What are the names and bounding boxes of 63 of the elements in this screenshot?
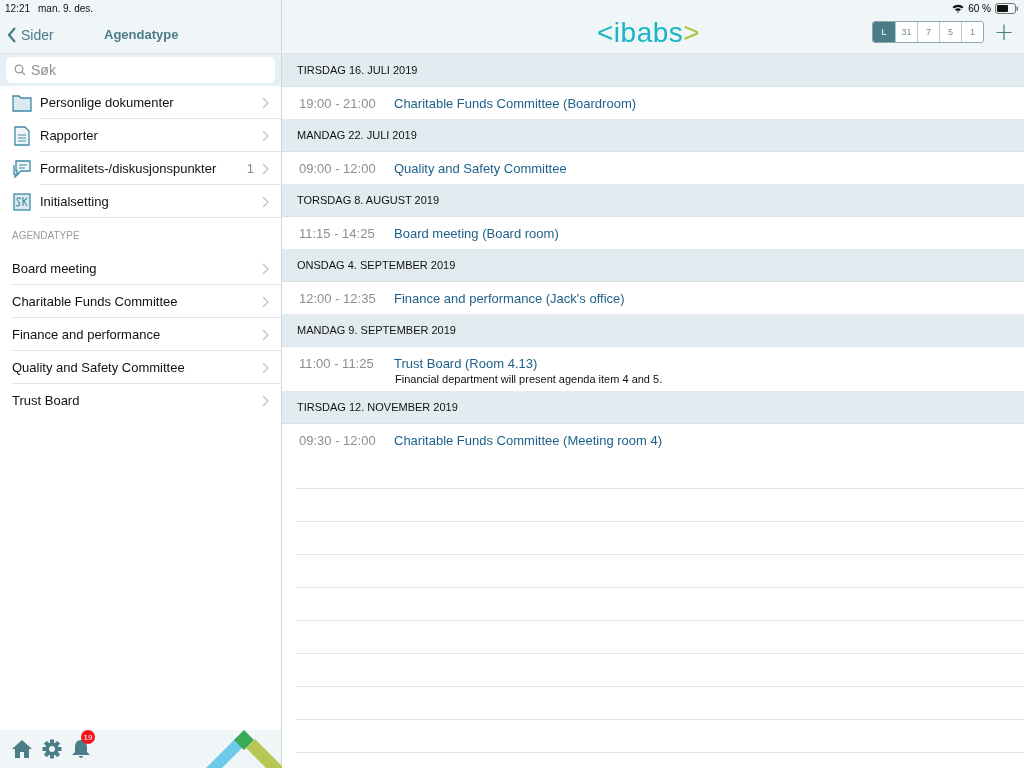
chevron-right-icon: [262, 295, 269, 308]
date-header: MANDAG 22. JULI 2019: [282, 119, 1024, 152]
view-tab[interactable]: 1: [961, 21, 983, 42]
speech-bubble-icon: [12, 158, 32, 179]
event-time: 09:00 - 12:00: [299, 160, 377, 176]
chevron-right-icon: [262, 328, 269, 341]
status-time: 12:21: [5, 2, 31, 14]
agenda-type-item[interactable]: Trust Board: [0, 384, 281, 417]
event-title[interactable]: Board meeting (Board room): [394, 225, 559, 241]
event-title[interactable]: Trust Board (Room 4.13): [394, 355, 538, 371]
agenda-type-item[interactable]: Charitable Funds Committee: [0, 285, 281, 318]
event-time: 12:00 - 12:35: [299, 290, 377, 306]
chevron-right-icon: [262, 195, 269, 208]
event-time: 11:00 - 11:25: [299, 355, 375, 371]
battery-percent: 60 %: [968, 2, 991, 14]
date-header: TIRSDAG 16. JULI 2019: [282, 54, 1024, 87]
agenda-type-item[interactable]: Finance and performance: [0, 318, 281, 351]
event-time: 19:00 - 21:00: [299, 95, 377, 111]
item-count: 1: [246, 161, 254, 176]
chevron-right-icon: [262, 262, 269, 275]
menu-item[interactable]: Formalitets-/diskusjonspunkter 1: [0, 152, 281, 185]
view-tab[interactable]: 7: [917, 21, 939, 42]
folder-icon: [12, 93, 32, 112]
section-header: AGENDATYPE: [11, 228, 81, 243]
bell-icon[interactable]: [71, 738, 91, 760]
menu-item[interactable]: Rapporter: [0, 119, 281, 152]
panel-title: Agendatype: [104, 27, 179, 42]
view-tab[interactable]: 5: [939, 21, 961, 42]
settings-icon[interactable]: [42, 739, 62, 759]
date-header: TIRSDAG 12. NOVEMBER 2019: [282, 391, 1024, 424]
agenda-type-item[interactable]: Board meeting: [0, 252, 281, 285]
event-title[interactable]: Quality and Safety Committee: [394, 160, 567, 176]
agenda-type-item[interactable]: Quality and Safety Committee: [0, 351, 281, 384]
view-tab[interactable]: L: [873, 21, 895, 42]
notification-badge: 19: [81, 730, 95, 744]
document-icon: [12, 125, 32, 146]
initials-icon: [12, 192, 32, 211]
date-header: MANDAG 9. SEPTEMBER 2019: [282, 314, 1024, 347]
event-title[interactable]: Finance and performance (Jack's office): [394, 290, 625, 306]
event-note: Financial department will present agenda item 4 and 5.: [394, 373, 664, 387]
chevron-right-icon: [262, 361, 269, 374]
wifi-icon: [952, 3, 965, 13]
date-header: ONSDAG 4. SEPTEMBER 2019: [282, 249, 1024, 282]
chevron-right-icon: [262, 96, 269, 109]
chevron-right-icon: [262, 129, 269, 142]
menu-item[interactable]: Personlige dokumenter: [0, 86, 281, 119]
battery-icon: [995, 2, 1019, 14]
search-field[interactable]: Søk: [6, 57, 275, 83]
event-title[interactable]: Charitable Funds Committee (Meeting room 4): [394, 432, 663, 448]
menu-item[interactable]: Initialsetting: [0, 185, 281, 218]
event-time: 09:30 - 12:00: [299, 432, 377, 448]
home-icon[interactable]: [11, 739, 33, 759]
add-button[interactable]: +: [984, 17, 1024, 46]
chevron-right-icon: [262, 394, 269, 407]
back-button[interactable]: Sider: [0, 26, 54, 43]
status-date: man. 9. des.: [38, 2, 94, 14]
event-title[interactable]: Charitable Funds Committee (Boardroom): [394, 95, 637, 111]
view-tab[interactable]: 31: [895, 21, 917, 42]
ibabs-logo: <ibabs>: [597, 17, 701, 49]
back-chevron-icon: [7, 26, 17, 43]
chevron-right-icon: [262, 162, 269, 175]
date-header: TORSDAG 8. AUGUST 2019: [282, 184, 1024, 217]
event-time: 11:15 - 14:25: [299, 225, 376, 241]
